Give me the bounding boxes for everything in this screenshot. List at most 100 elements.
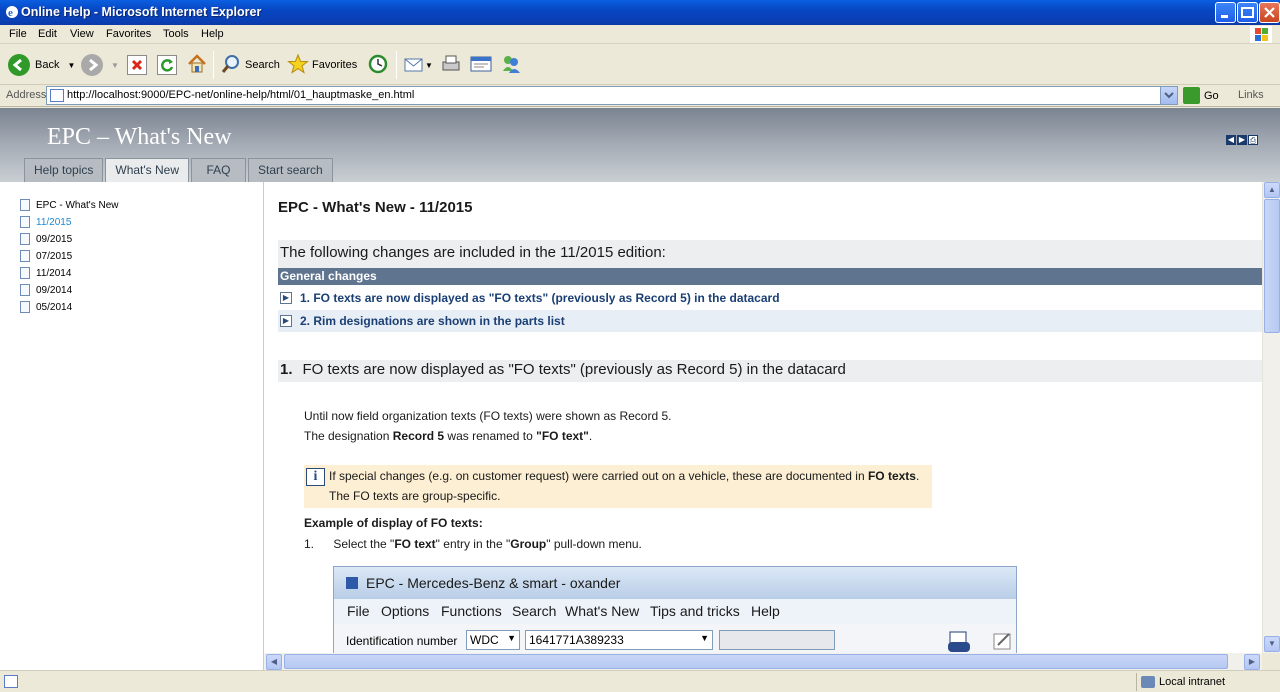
epc-datacard-icon xyxy=(946,630,972,652)
info-icon: i xyxy=(306,468,325,486)
menu-edit[interactable]: Edit xyxy=(38,28,57,40)
epc-id-label: Identification number xyxy=(346,634,458,648)
tab-help-topics[interactable]: Help topics xyxy=(24,158,104,182)
security-zone: Local intranet xyxy=(1136,673,1276,691)
menu-file[interactable]: File xyxy=(9,28,27,40)
local-intranet-icon xyxy=(1141,676,1155,688)
address-input[interactable]: http://localhost:9000/EPC-net/online-hel… xyxy=(46,86,1178,105)
sidebar-item-label: 11/2015 xyxy=(36,216,72,228)
page-status-icon xyxy=(4,675,18,688)
vertical-scroll-thumb[interactable] xyxy=(1264,199,1280,333)
print-icon xyxy=(440,53,462,78)
forward-dropdown-icon: ▼ xyxy=(111,60,119,70)
text-bold: Group xyxy=(510,537,547,551)
sidebar-item-09-2014[interactable]: 09/2014 xyxy=(20,284,72,296)
document-icon xyxy=(20,301,30,313)
page-title: EPC - What's New - 11/2015 xyxy=(278,199,473,216)
scroll-up-icon[interactable]: ▲ xyxy=(1264,182,1280,198)
favorites-button[interactable]: Favorites xyxy=(287,53,357,77)
epc-menu-bar: File Options Functions Search What's New… xyxy=(334,599,1016,624)
mail-dropdown-icon[interactable]: ▼ xyxy=(425,61,433,70)
sidebar-item-whats-new[interactable]: EPC - What's New xyxy=(20,199,118,211)
document-icon xyxy=(20,216,30,228)
home-button[interactable] xyxy=(186,53,208,77)
change-link-1[interactable]: ▶ 1. FO texts are now displayed as "FO t… xyxy=(278,287,1262,309)
history-icon xyxy=(367,53,389,78)
print-page-icon[interactable]: ⎙ xyxy=(1248,135,1258,145)
back-label: Back xyxy=(35,59,60,71)
edit-button[interactable] xyxy=(469,53,493,77)
tab-whats-new[interactable]: What's New xyxy=(105,158,190,182)
address-bar: Address http://localhost:9000/EPC-net/on… xyxy=(0,85,1280,107)
epc-edit-icon xyxy=(992,630,1014,652)
menu-favorites[interactable]: Favorites xyxy=(106,28,151,40)
history-button[interactable] xyxy=(367,53,389,77)
horizontal-scrollbar[interactable]: ◀ ▶ xyxy=(264,653,1262,670)
header-nav-icons: ◀ ▶ ⎙ xyxy=(1226,135,1258,145)
help-title: EPC – What's New xyxy=(47,124,232,150)
address-dropdown-icon[interactable] xyxy=(1160,87,1177,104)
mail-button[interactable]: ▼ xyxy=(403,53,433,77)
refresh-button[interactable] xyxy=(157,53,177,77)
search-button[interactable]: Search xyxy=(220,53,280,77)
go-arrow-icon xyxy=(1183,87,1200,104)
forward-button[interactable]: ▼ xyxy=(81,53,119,77)
epc-id-row: Identification number WDC ▼ 1641771A38923… xyxy=(334,624,1016,653)
address-label: Address xyxy=(6,89,47,101)
step-1: 1. Select the "FO text" entry in the "Gr… xyxy=(304,537,642,551)
favorites-label: Favorites xyxy=(312,59,358,71)
sidebar-item-label: 07/2015 xyxy=(36,250,73,262)
sidebar-item-07-2015[interactable]: 07/2015 xyxy=(20,250,72,262)
svg-text:e: e xyxy=(8,7,13,19)
sidebar-item-11-2015[interactable]: 11/2015 xyxy=(20,216,71,228)
tab-faq[interactable]: FAQ xyxy=(191,158,247,182)
print-button[interactable] xyxy=(440,53,462,77)
messenger-button[interactable] xyxy=(500,53,522,77)
sidebar-item-label: 05/2014 xyxy=(36,301,73,313)
page-icon xyxy=(50,89,64,102)
go-button[interactable]: Go xyxy=(1183,87,1219,104)
scroll-right-icon[interactable]: ▶ xyxy=(1244,654,1260,670)
document-icon xyxy=(20,267,30,279)
info-note: i If special changes (e.g. on customer r… xyxy=(304,465,932,508)
stop-button[interactable] xyxy=(127,53,147,77)
text-run: was renamed to xyxy=(444,429,537,443)
sidebar-item-11-2014[interactable]: 11/2014 xyxy=(20,267,71,279)
home-icon xyxy=(186,53,208,78)
stop-icon xyxy=(127,55,147,75)
toolbar: Back ▼ ▼ Search Favorites ▼ xyxy=(0,45,1280,85)
menu-help[interactable]: Help xyxy=(201,28,224,40)
minimize-button[interactable] xyxy=(1215,2,1236,23)
text-run: " pull-down menu. xyxy=(546,537,642,551)
chevron-down-icon: ▼ xyxy=(507,633,516,643)
back-dropdown-icon[interactable]: ▼ xyxy=(67,61,75,70)
favorites-star-icon xyxy=(287,53,309,78)
back-button[interactable]: Back ▼ xyxy=(8,53,75,77)
epc-menu-tips: Tips and tricks xyxy=(650,603,740,619)
back-arrow-icon xyxy=(8,54,30,76)
epc-menu-options: Options xyxy=(381,603,430,619)
tab-start-search[interactable]: Start search xyxy=(248,158,333,182)
windows-logo-icon xyxy=(1250,26,1272,43)
scroll-left-icon[interactable]: ◀ xyxy=(266,654,282,670)
sidebar-item-label: 09/2015 xyxy=(36,233,73,245)
menu-tools[interactable]: Tools xyxy=(163,28,189,40)
change-link-2[interactable]: ▶ 2. Rim designations are shown in the p… xyxy=(278,310,1262,332)
document-icon xyxy=(20,284,30,296)
maximize-button[interactable] xyxy=(1237,2,1258,23)
address-url[interactable]: http://localhost:9000/EPC-net/online-hel… xyxy=(67,89,414,101)
menu-view[interactable]: View xyxy=(70,28,94,40)
epc-empty-field xyxy=(719,630,835,650)
scroll-down-icon[interactable]: ▼ xyxy=(1264,636,1280,652)
close-button[interactable] xyxy=(1259,2,1280,23)
edition-subtitle: The following changes are included in th… xyxy=(278,240,1262,268)
toolbar-separator xyxy=(396,51,397,79)
links-button[interactable]: Links xyxy=(1238,89,1264,101)
sidebar-item-05-2014[interactable]: 05/2014 xyxy=(20,301,72,313)
next-page-icon[interactable]: ▶ xyxy=(1237,135,1247,145)
previous-page-icon[interactable]: ◀ xyxy=(1226,135,1236,145)
vertical-scrollbar[interactable]: ▲ ▼ xyxy=(1262,182,1280,653)
expand-arrow-icon: ▶ xyxy=(280,315,292,327)
sidebar-item-09-2015[interactable]: 09/2015 xyxy=(20,233,72,245)
horizontal-scroll-thumb[interactable] xyxy=(284,654,1228,669)
